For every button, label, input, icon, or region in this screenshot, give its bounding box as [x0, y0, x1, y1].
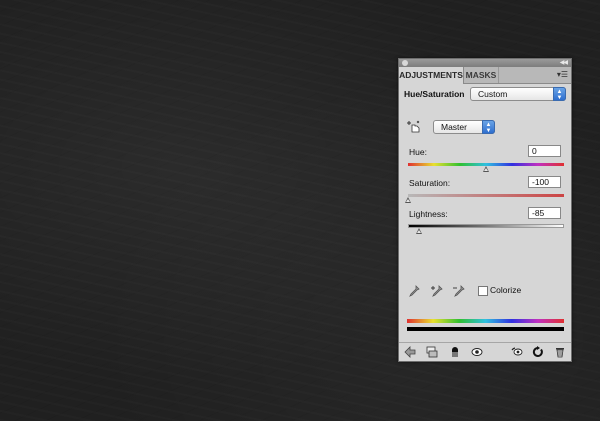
hue-field[interactable]: 0 [528, 145, 561, 157]
adjustments-panel: ◀◀ ADJUSTMENTS MASKS ▾☰ Hue/Saturation C… [398, 58, 572, 362]
hue-label: Hue: [409, 147, 427, 157]
saturation-field[interactable]: -100 [528, 176, 561, 188]
preset-select[interactable]: Custom ▲ ▼ [470, 87, 566, 101]
input-spectrum-bar [407, 319, 564, 323]
saturation-label: Saturation: [409, 178, 451, 188]
panel-menu-icon[interactable]: ▾☰ [557, 69, 568, 81]
eyedropper-plus-icon[interactable] [430, 285, 443, 298]
colorize-checkbox[interactable] [478, 286, 488, 296]
channel-select[interactable]: Master ▲ ▼ [433, 120, 495, 134]
eyedropper-icon[interactable] [407, 285, 420, 298]
channel-value: Master [441, 122, 467, 132]
preset-value: Custom [478, 89, 508, 99]
visibility-icon[interactable] [449, 346, 461, 358]
lightness-slider-track[interactable] [408, 224, 564, 228]
tab-adjustments[interactable]: ADJUSTMENTS [399, 67, 464, 84]
eyedropper-minus-icon[interactable] [452, 285, 465, 298]
clip-to-layer-icon[interactable] [426, 346, 438, 358]
lightness-slider-thumb[interactable] [416, 228, 423, 234]
collapse-icon[interactable]: ◀◀ [560, 59, 568, 67]
saturation-slider-thumb[interactable] [404, 197, 411, 203]
output-spectrum-bar [407, 327, 564, 331]
tab-masks[interactable]: MASKS [464, 67, 499, 83]
saturation-slider-track[interactable] [408, 194, 564, 197]
trash-icon[interactable] [554, 346, 566, 358]
colorize-label: Colorize [490, 285, 522, 295]
back-arrow-icon[interactable] [404, 346, 416, 358]
lightness-label: Lightness: [409, 209, 448, 219]
reset-icon[interactable] [511, 346, 523, 358]
panel-tabs: ADJUSTMENTS MASKS ▾☰ [399, 67, 571, 84]
panel-bottom-toolbar [399, 342, 571, 362]
lightness-field[interactable]: -85 [528, 207, 561, 219]
reset-default-icon[interactable] [532, 346, 544, 358]
view-previous-icon[interactable] [471, 346, 483, 358]
panel-titlebar[interactable]: ◀◀ [399, 59, 571, 67]
adjustment-title: Hue/Saturation [404, 89, 465, 99]
close-icon[interactable] [402, 60, 408, 66]
chevron-updown-icon: ▲ ▼ [482, 120, 495, 134]
hue-slider-thumb[interactable] [482, 166, 489, 172]
targeted-adjustment-icon[interactable] [406, 120, 422, 134]
chevron-updown-icon: ▲ ▼ [553, 87, 566, 101]
